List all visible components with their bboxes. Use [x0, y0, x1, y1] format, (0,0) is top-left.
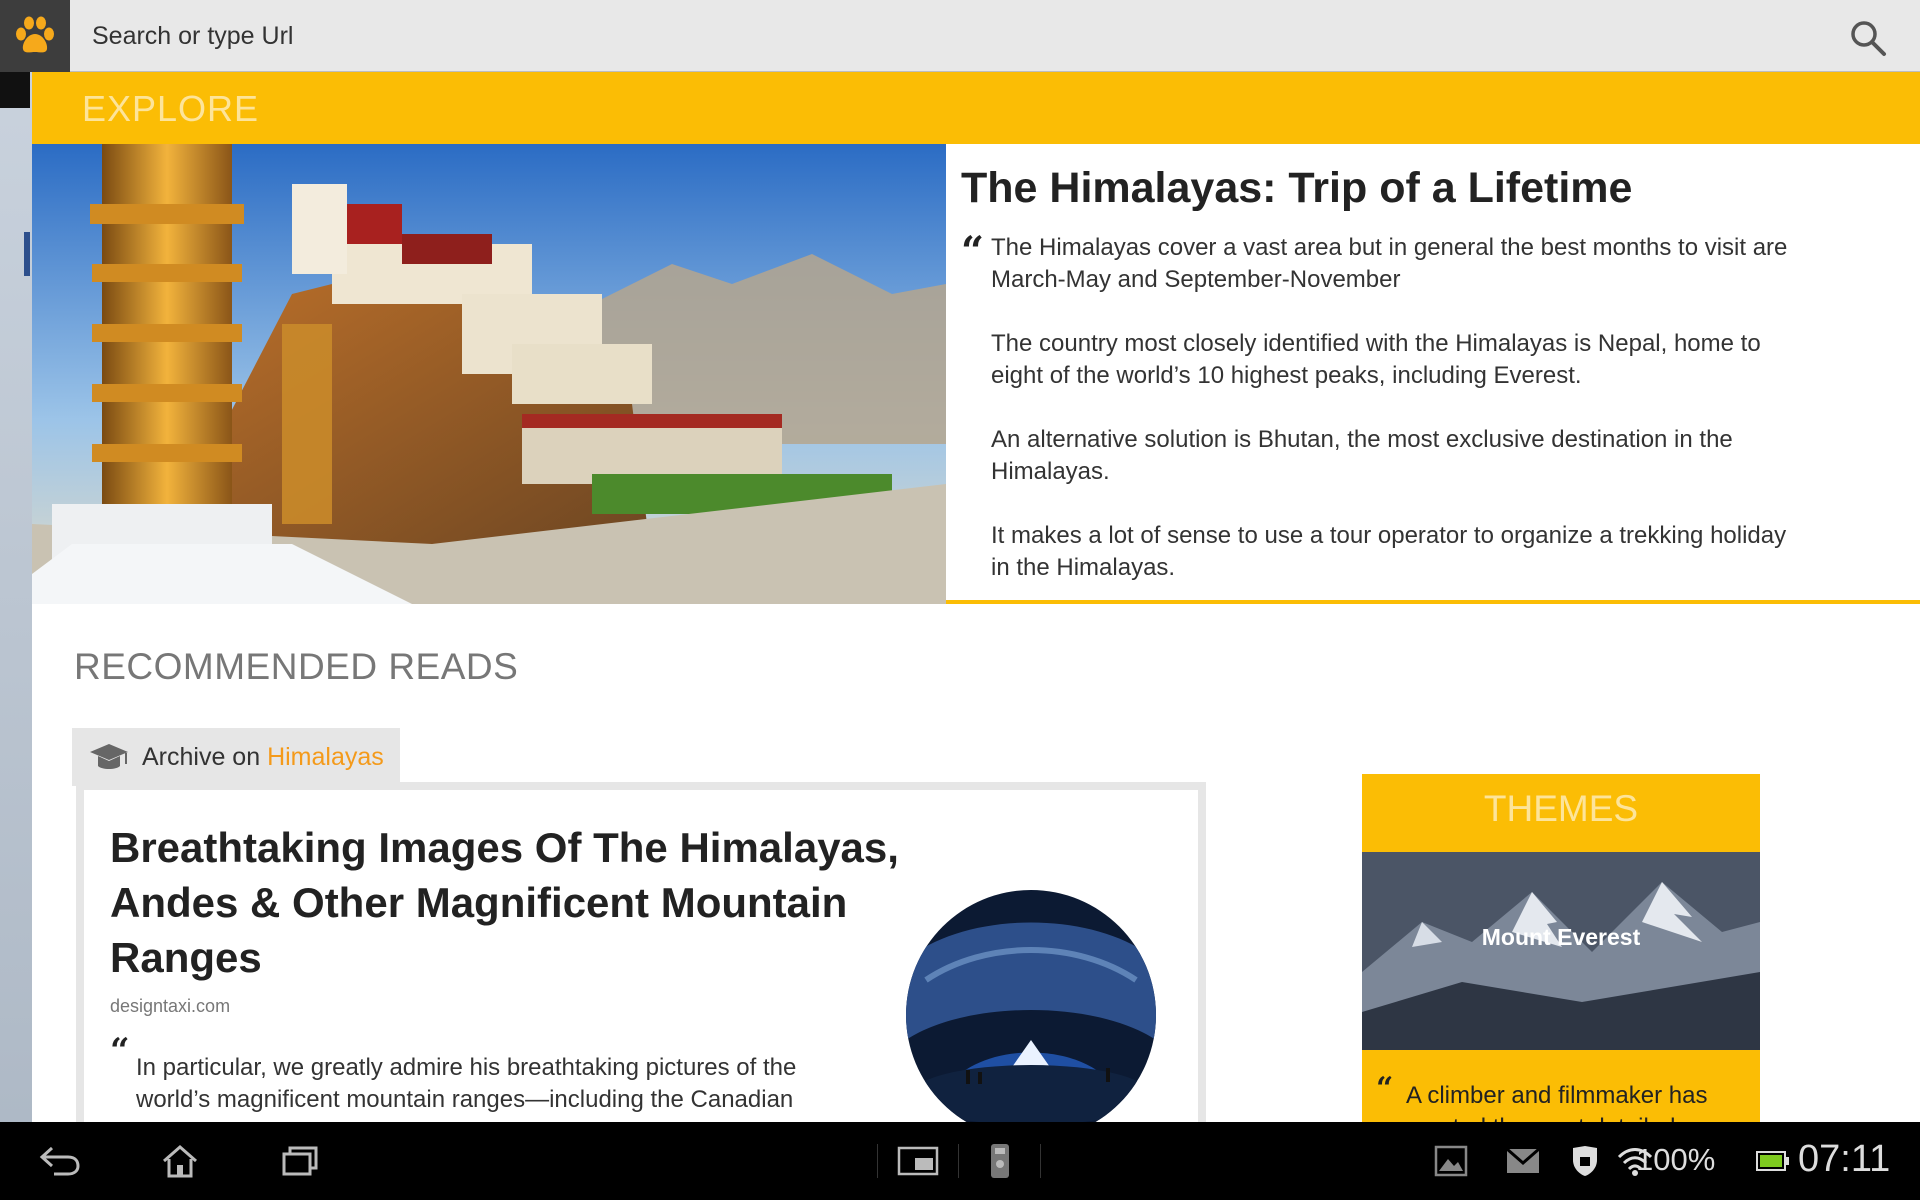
battery-percentage: 100% — [1636, 1142, 1716, 1177]
background-page-strip — [0, 72, 32, 1122]
themes-caption: Mount Everest — [1481, 924, 1641, 950]
background-page-corner — [0, 72, 30, 108]
paw-logo-icon[interactable] — [0, 0, 70, 72]
background-page-marker — [24, 232, 30, 276]
archive-prefix: Archive on — [142, 742, 261, 771]
explore-panel: EXPLORE The Himalayas: Trip of a Lifetim… — [32, 72, 1920, 1122]
archive-tab[interactable]: Archive on Himalayas — [72, 728, 400, 786]
explore-title: EXPLORE — [82, 88, 260, 129]
article-quote-mark: “ — [110, 1031, 130, 1071]
system-nav-bar: 100% 07:11 — [0, 1122, 1920, 1200]
potala-palace-image[interactable] — [32, 144, 946, 604]
hero-paragraphs: The Himalayas cover a vast area but in g… — [991, 232, 1791, 616]
home-icon[interactable] — [148, 1136, 212, 1186]
themes-title: THEMES — [1483, 788, 1639, 829]
archive-topic-link[interactable]: Himalayas — [267, 743, 384, 771]
nav-separator — [958, 1144, 959, 1178]
hero-paragraph: It makes a lot of sense to use a tour op… — [991, 522, 1787, 581]
hero-paragraph: The Himalayas cover a vast area but in g… — [991, 234, 1788, 293]
battery-icon — [1752, 1140, 1794, 1182]
hero-quote-mark: “ — [961, 228, 985, 275]
graduation-cap-icon — [90, 744, 128, 769]
nav-separator — [877, 1144, 878, 1178]
article-title[interactable]: Breathtaking Images Of The Himalayas, An… — [110, 820, 910, 985]
hero-title[interactable]: The Himalayas: Trip of a Lifetime — [961, 164, 1632, 213]
url-search-input[interactable] — [70, 0, 1830, 72]
nav-separator — [1040, 1144, 1041, 1178]
themes-quote-mark: “ — [1376, 1071, 1394, 1106]
search-icon[interactable] — [1846, 16, 1890, 60]
recommended-reads-title: RECOMMENDED READS — [74, 646, 519, 687]
hero-section[interactable]: The Himalayas: Trip of a Lifetime “ The … — [32, 144, 1920, 604]
gallery-icon — [1430, 1140, 1472, 1182]
recent-apps-icon[interactable] — [268, 1136, 332, 1186]
back-icon[interactable] — [28, 1136, 92, 1186]
security-icon — [1564, 1140, 1606, 1182]
mount-everest-image[interactable] — [1362, 852, 1760, 1050]
hero-paragraph: The country most closely identified with… — [991, 330, 1761, 389]
article-source[interactable]: designtaxi.com — [110, 996, 230, 1017]
article-card[interactable]: Breathtaking Images Of The Himalayas, An… — [76, 782, 1206, 1122]
remote-icon[interactable] — [968, 1136, 1032, 1186]
url-bar — [0, 0, 1920, 72]
screenshot-icon[interactable] — [886, 1136, 950, 1186]
themes-excerpt: A climber and filmmaker has created the … — [1406, 1082, 1708, 1122]
gmail-icon — [1502, 1140, 1544, 1182]
status-clock: 07:11 — [1798, 1138, 1891, 1180]
ice-cave-image[interactable] — [906, 890, 1156, 1122]
article-excerpt: In particular, we greatly admire his bre… — [136, 1054, 797, 1113]
themes-card[interactable]: THEMES Mount Everest “ A climber and fil… — [1362, 774, 1760, 1122]
hero-paragraph: An alternative solution is Bhutan, the m… — [991, 426, 1733, 485]
archive-tab-label: Archive on Himalayas — [142, 743, 384, 772]
explore-header: EXPLORE — [32, 72, 1920, 144]
